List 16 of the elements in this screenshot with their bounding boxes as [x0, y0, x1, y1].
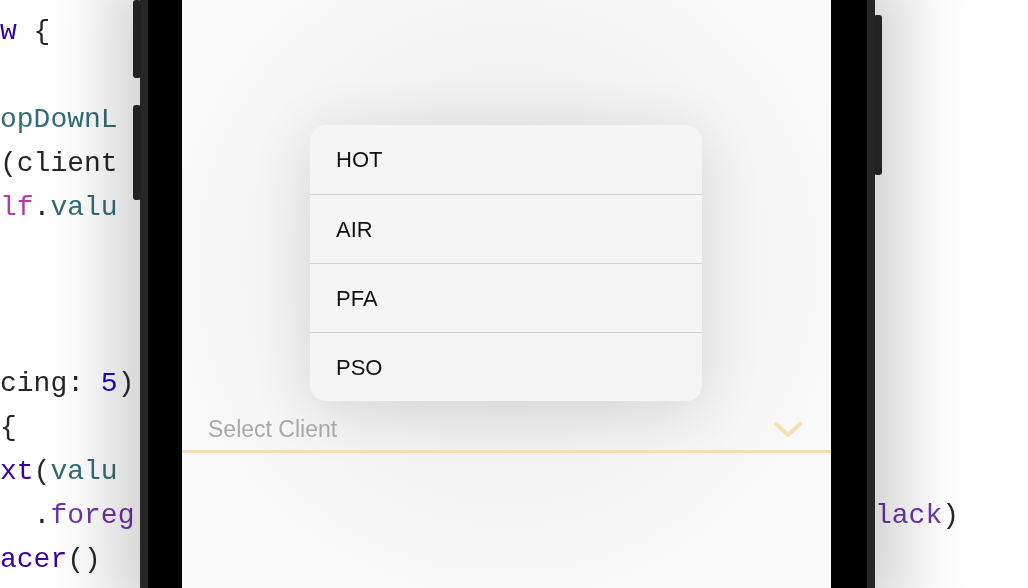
code-line: w {	[0, 15, 51, 49]
chevron-down-icon	[773, 420, 803, 439]
dropdown-option[interactable]: HOT	[310, 125, 702, 194]
code-line: lf.valu	[0, 191, 118, 225]
code-line: {	[0, 411, 17, 445]
dropdown-option[interactable]: PSO	[310, 332, 702, 401]
code-line: (client	[0, 147, 118, 181]
code-line: acer()	[0, 543, 101, 577]
code-line: xt(valu	[0, 455, 118, 489]
dropdown-option[interactable]: AIR	[310, 194, 702, 263]
code-line: opDownL	[0, 103, 118, 137]
code-line: .foreg	[32, 499, 135, 533]
code-line: lack)	[875, 499, 960, 533]
placeholder-text: Select Client	[208, 415, 338, 445]
dropdown-option[interactable]: PFA	[310, 263, 702, 332]
code-line: cing: 5)	[0, 367, 135, 401]
